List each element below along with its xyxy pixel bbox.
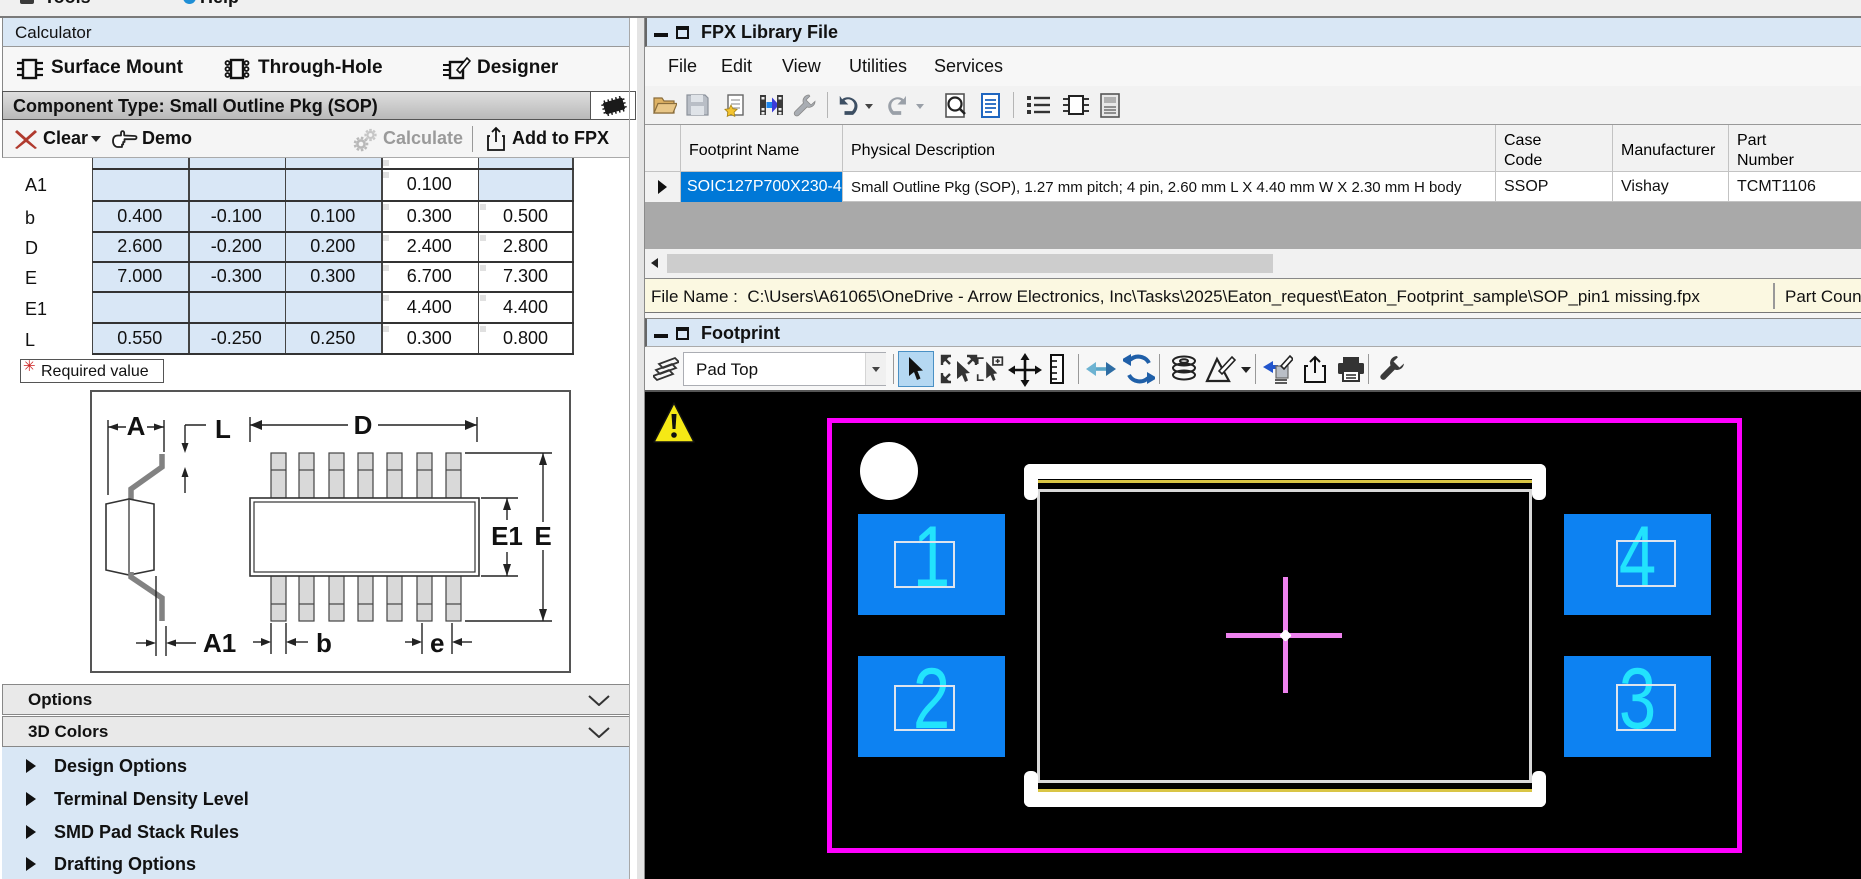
svg-text:L: L bbox=[215, 414, 231, 444]
svg-text:A: A bbox=[127, 411, 146, 441]
svg-text:D: D bbox=[354, 410, 373, 440]
svg-text:E1: E1 bbox=[491, 521, 523, 551]
svg-text:E: E bbox=[534, 521, 551, 551]
svg-text:b: b bbox=[316, 628, 332, 658]
svg-text:e: e bbox=[430, 628, 444, 658]
svg-text:A1: A1 bbox=[203, 628, 236, 658]
